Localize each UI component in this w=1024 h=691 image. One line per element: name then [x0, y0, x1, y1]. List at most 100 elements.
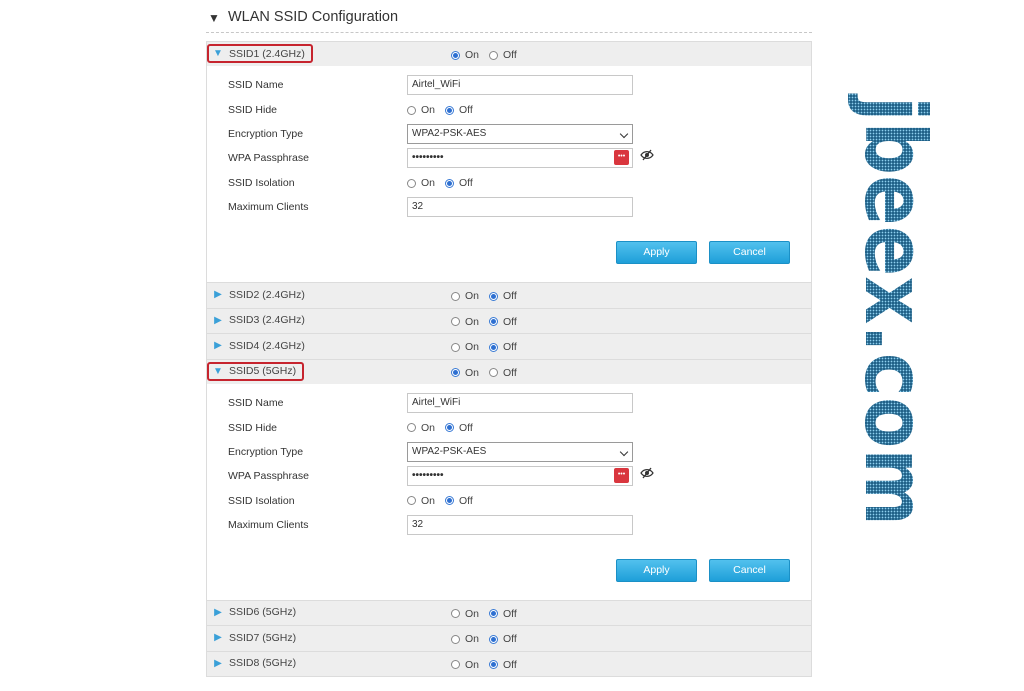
ssid-header[interactable]: ▶ SSID6 (5GHz) On Off	[207, 600, 811, 625]
radio-label-off: Off	[503, 633, 517, 645]
radio-off[interactable]	[489, 50, 499, 60]
cancel-button[interactable]: Cancel	[709, 558, 790, 582]
ssid-enable-toggle-on[interactable]: On	[451, 290, 479, 302]
ssid-title-box[interactable]: ▶ SSID6 (5GHz)	[207, 603, 304, 622]
radio-on[interactable]	[451, 609, 460, 618]
ssid-isolation-radio-off[interactable]: Off	[445, 177, 473, 189]
ssid-isolation-radio-off[interactable]: Off	[445, 495, 473, 507]
ssid-header[interactable]: ▼ SSID5 (5GHz) On Off	[207, 359, 811, 384]
maximum-clients-field[interactable]: 32	[407, 514, 633, 535]
encryption-type-select[interactable]: WPA2-PSK-AES	[407, 441, 633, 462]
triangle-down-icon[interactable]: ▼	[211, 48, 225, 59]
radio-on[interactable]	[407, 105, 416, 115]
ssid-hide-radio-on[interactable]: On	[407, 104, 435, 116]
ssid-isolation-radio-on[interactable]: On	[407, 177, 435, 189]
ssid-title-box[interactable]: ▶ SSID8 (5GHz)	[207, 654, 304, 673]
ssid-enable-toggle-on[interactable]: On	[451, 659, 479, 671]
radio-on[interactable]	[407, 496, 416, 505]
triangle-right-icon[interactable]: ▶	[211, 340, 225, 351]
radio-on[interactable]	[451, 634, 460, 644]
radio-off[interactable]	[489, 609, 499, 618]
ssid-hide-radio-off[interactable]: Off	[445, 104, 473, 116]
radio-off[interactable]	[489, 634, 499, 644]
radio-on[interactable]	[451, 317, 460, 326]
ssid-name-field[interactable]: Airtel_WiFi	[407, 75, 633, 95]
ssid-enable-toggle-on[interactable]: On	[451, 367, 479, 379]
apply-button[interactable]: Apply	[616, 558, 697, 582]
ssid-title-box[interactable]: ▶ SSID7 (5GHz)	[207, 628, 304, 647]
triangle-right-icon[interactable]: ▶	[211, 315, 225, 326]
radio-on[interactable]	[451, 50, 460, 60]
ssid-enable-toggle-off[interactable]: Off	[489, 341, 517, 353]
ssid-enable-toggle-on[interactable]: On	[451, 608, 479, 620]
chevron-down-icon[interactable]	[619, 129, 629, 139]
radio-off[interactable]	[489, 291, 499, 301]
ssid-hide-radio-on[interactable]: On	[407, 422, 435, 434]
ssid-title-box[interactable]: ▼ SSID5 (5GHz)	[207, 361, 305, 381]
row-ssid-isolation: SSID Isolation On Off	[228, 491, 808, 513]
ssid-isolation-radio-on[interactable]: On	[407, 495, 435, 507]
radio-on[interactable]	[451, 660, 460, 669]
apply-button[interactable]: Apply	[616, 241, 697, 264]
ssid-enable-toggle-on[interactable]: On	[451, 341, 479, 353]
ssid-header[interactable]: ▼ SSID1 (2.4GHz) On Off	[207, 42, 811, 66]
ssid-enable-toggle-on[interactable]: On	[451, 633, 479, 645]
ssid-config-form: SSID Name Airtel_WiFi SSID Hide On Off Encryp…	[207, 66, 811, 282]
radio-off[interactable]	[489, 368, 499, 377]
radio-on[interactable]	[407, 178, 416, 188]
triangle-right-icon[interactable]: ▶	[211, 632, 225, 643]
maximum-clients-field[interactable]: 32	[407, 197, 633, 217]
collapse-triangle-icon[interactable]: ▼	[208, 11, 220, 25]
cancel-button[interactable]: Cancel	[709, 241, 790, 264]
ssid-title-box[interactable]: ▼ SSID1 (2.4GHz)	[207, 44, 313, 63]
ssid-header[interactable]: ▶ SSID4 (2.4GHz) On Off	[207, 334, 811, 359]
ssid-enable-toggle-off[interactable]: Off	[489, 608, 517, 620]
ssid-enable-toggle-on[interactable]: On	[451, 316, 479, 328]
triangle-right-icon[interactable]: ▶	[211, 658, 225, 669]
triangle-down-icon[interactable]: ▼	[211, 366, 225, 377]
ssid-header[interactable]: ▶ SSID8 (5GHz) On Off	[207, 651, 811, 676]
radio-off[interactable]	[489, 660, 499, 669]
wpa-passphrase-field[interactable]: •••••••••	[407, 465, 633, 486]
ssid-enable-toggle-off[interactable]: Off	[489, 316, 517, 328]
radio-off[interactable]	[445, 178, 455, 188]
radio-on[interactable]	[451, 291, 460, 301]
ssid-title-box[interactable]: ▶ SSID2 (2.4GHz)	[207, 285, 313, 304]
radio-off[interactable]	[489, 342, 499, 352]
ssid-header[interactable]: ▶ SSID2 (2.4GHz) On Off	[207, 283, 811, 308]
ssid-enable-toggle-off[interactable]: Off	[489, 633, 517, 645]
radio-label-off: Off	[459, 421, 473, 434]
encryption-type-select[interactable]: WPA2-PSK-AES	[407, 124, 633, 144]
ssid-name-label: SSID Name	[228, 79, 284, 91]
ssid-title-box[interactable]: ▶ SSID4 (2.4GHz)	[207, 336, 313, 355]
ssid-section: ▶ SSID7 (5GHz) On Off	[206, 625, 812, 651]
ssid-name-field[interactable]: Airtel_WiFi	[407, 392, 633, 413]
ssid-section: ▶ SSID8 (5GHz) On Off	[206, 650, 812, 677]
ssid-hide-control: On Off	[407, 418, 483, 434]
ssid-enable-toggle-off[interactable]: Off	[489, 367, 517, 379]
key-icon[interactable]: •••	[614, 467, 629, 483]
ssid-header[interactable]: ▶ SSID3 (2.4GHz) On Off	[207, 308, 811, 333]
ssid-enable-toggle-off[interactable]: Off	[489, 49, 517, 61]
triangle-right-icon[interactable]: ▶	[211, 289, 225, 300]
radio-on[interactable]	[451, 368, 460, 377]
radio-on[interactable]	[407, 423, 416, 432]
ssid-enable-toggle-on[interactable]: On	[451, 49, 479, 61]
wpa-passphrase-field[interactable]: •••••••••	[407, 148, 633, 168]
ssid-enable-toggle: On Off	[451, 341, 527, 353]
ssid-title-box[interactable]: ▶ SSID3 (2.4GHz)	[207, 311, 313, 330]
ssid-hide-radio-off[interactable]: Off	[445, 422, 473, 434]
radio-off[interactable]	[489, 317, 499, 326]
eye-slash-icon[interactable]	[640, 467, 654, 479]
key-icon[interactable]: •••	[614, 150, 629, 165]
triangle-right-icon[interactable]: ▶	[211, 607, 225, 618]
chevron-down-icon[interactable]	[619, 447, 629, 456]
radio-off[interactable]	[445, 496, 455, 505]
ssid-header[interactable]: ▶ SSID7 (5GHz) On Off	[207, 626, 811, 651]
radio-off[interactable]	[445, 423, 455, 432]
radio-on[interactable]	[451, 342, 460, 352]
radio-off[interactable]	[445, 105, 455, 115]
ssid-enable-toggle-off[interactable]: Off	[489, 659, 517, 671]
eye-slash-icon[interactable]	[640, 149, 654, 161]
ssid-enable-toggle-off[interactable]: Off	[489, 290, 517, 302]
